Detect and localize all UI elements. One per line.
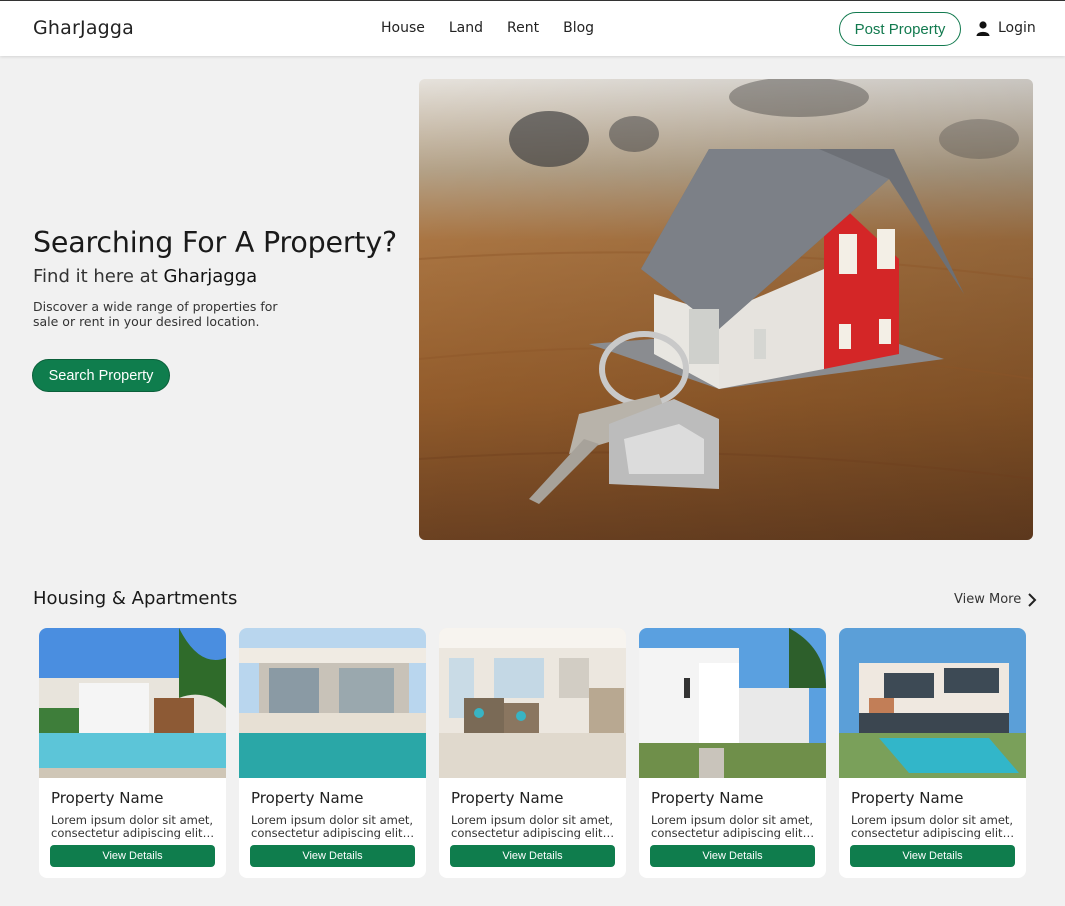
login-button[interactable]: Login: [976, 20, 1036, 36]
hero-subtitle: Find it here at Gharjagga: [33, 266, 403, 287]
chevron-right-icon: [1028, 592, 1037, 607]
hero-description: Discover a wide range of properties for …: [33, 299, 293, 329]
login-label: Login: [998, 20, 1036, 36]
property-description-line: Lorem ipsum dolor sit amet,: [851, 814, 1014, 827]
property-name: Property Name: [851, 789, 964, 807]
section-title: Housing & Apartments: [33, 588, 238, 609]
view-details-button[interactable]: View Details: [50, 845, 215, 867]
modern-house-with-pool-image: [839, 628, 1026, 778]
property-description-line: consectetur adipiscing elit,...: [451, 826, 617, 839]
property-description-line: Lorem ipsum dolor sit amet,: [51, 814, 214, 827]
property-description: Lorem ipsum dolor sit amet, consectetur …: [851, 814, 1017, 839]
property-card[interactable]: Property Name Lorem ipsum dolor sit amet…: [239, 628, 426, 878]
nav-link-house[interactable]: House: [381, 20, 425, 36]
hero-description-line: sale or rent in your desired location.: [33, 314, 260, 329]
property-description: Lorem ipsum dolor sit amet, consectetur …: [451, 814, 617, 839]
property-card[interactable]: Property Name Lorem ipsum dolor sit amet…: [439, 628, 626, 878]
view-more-label: View More: [954, 592, 1022, 607]
nav-link-blog[interactable]: Blog: [563, 20, 594, 36]
property-name: Property Name: [251, 789, 364, 807]
hero-text: Searching For A Property? Find it here a…: [33, 226, 403, 329]
post-property-button[interactable]: Post Property: [839, 12, 961, 46]
property-card[interactable]: Property Name Lorem ipsum dolor sit amet…: [639, 628, 826, 878]
hero-subtitle-brand: Gharjagga: [163, 266, 258, 287]
property-name: Property Name: [451, 789, 564, 807]
navbar: GharJagga House Land Rent Blog Post Prop…: [0, 0, 1065, 56]
property-description-line: consectetur adipiscing elit,...: [251, 826, 417, 839]
property-description: Lorem ipsum dolor sit amet, consectetur …: [651, 814, 817, 839]
property-card[interactable]: Property Name Lorem ipsum dolor sit amet…: [39, 628, 226, 878]
view-details-button[interactable]: View Details: [650, 845, 815, 867]
property-description-line: consectetur adipiscing elit,...: [651, 826, 817, 839]
view-more-link[interactable]: View More: [954, 592, 1037, 607]
modern-patio-pool-image: [239, 628, 426, 778]
brand-logo[interactable]: GharJagga: [33, 17, 134, 39]
property-description-line: Lorem ipsum dolor sit amet,: [251, 814, 414, 827]
white-modern-house-image: [639, 628, 826, 778]
hero-description-line: Discover a wide range of properties for: [33, 299, 278, 314]
nav-links: House Land Rent Blog: [381, 20, 594, 36]
property-description: Lorem ipsum dolor sit amet, consectetur …: [51, 814, 217, 839]
property-description-line: consectetur adipiscing elit,...: [51, 826, 217, 839]
property-description-line: Lorem ipsum dolor sit amet,: [651, 814, 814, 827]
hero-image: [419, 79, 1033, 540]
property-description-line: Lorem ipsum dolor sit amet,: [451, 814, 614, 827]
view-details-button[interactable]: View Details: [850, 845, 1015, 867]
property-description: Lorem ipsum dolor sit amet, consectetur …: [251, 814, 417, 839]
property-name: Property Name: [651, 789, 764, 807]
property-card[interactable]: Property Name Lorem ipsum dolor sit amet…: [839, 628, 1026, 878]
user-icon: [976, 20, 990, 36]
view-details-button[interactable]: View Details: [450, 845, 615, 867]
hero-subtitle-prefix: Find it here at: [33, 266, 164, 287]
property-name: Property Name: [51, 789, 164, 807]
hero-title: Searching For A Property?: [33, 226, 397, 259]
villa-with-pool-and-palm-image: [39, 628, 226, 778]
living-room-interior-image: [439, 628, 626, 778]
search-property-button[interactable]: Search Property: [32, 359, 170, 392]
view-details-button[interactable]: View Details: [250, 845, 415, 867]
nav-link-rent[interactable]: Rent: [507, 20, 539, 36]
nav-link-land[interactable]: Land: [449, 20, 483, 36]
property-description-line: consectetur adipiscing elit,...: [851, 826, 1017, 839]
house-model-with-keys-image: [419, 79, 1033, 540]
